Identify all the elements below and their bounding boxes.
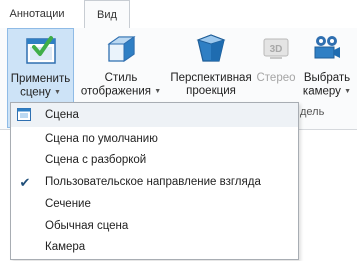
checkmark-icon: ✔ [19, 175, 31, 190]
perspective-projection-label-1: Перспективная [170, 72, 252, 84]
svg-text:3D: 3D [270, 44, 283, 55]
menu-header-label: Сцена [45, 109, 79, 121]
menu-item-camera[interactable]: Камера [11, 237, 298, 258]
menu-item-label: Сцена с разборкой [45, 154, 147, 166]
scene-icon [17, 108, 31, 124]
chevron-down-icon: ▼ [154, 88, 162, 95]
stereo-3d-icon: 3D [261, 32, 291, 65]
apply-scene-label-1: Применить [10, 73, 71, 85]
ribbon-tab-bar: Аннотации Вид [0, 0, 357, 30]
menu-item-normal-scene[interactable]: Обычная сцена [11, 216, 298, 237]
menu-item-section[interactable]: Сечение [11, 194, 298, 215]
apply-scene-label-2: сцену [20, 86, 51, 99]
stereo-label: Стерео [256, 72, 296, 84]
menu-item-default-scene[interactable]: Сцена по умолчанию [11, 129, 298, 150]
menu-item-label: Пользовательское направление взгляда [45, 176, 261, 188]
select-camera-label-1: Выбрать [303, 72, 351, 84]
display-style-label-1: Стиль [104, 72, 138, 84]
menu-item-label: Камера [45, 241, 86, 253]
menu-item-label: Сечение [45, 198, 91, 210]
menu-item-exploded-scene[interactable]: Сцена с разборкой [11, 150, 298, 171]
menu-header: Сцена [11, 103, 298, 127]
chevron-down-icon: ▼ [344, 88, 352, 95]
display-style-label-2: отображения [80, 85, 151, 98]
tab-view[interactable]: Вид [84, 0, 130, 30]
perspective-projection-label-2: проекция [186, 85, 236, 97]
camera-icon [311, 32, 343, 67]
chevron-down-icon: ▼ [53, 89, 61, 96]
display-style-icon [104, 32, 138, 69]
menu-item-custom-view-direction[interactable]: ✔ Пользовательское направление взгляда [11, 172, 298, 193]
apply-scene-dropdown-menu: Сцена Сцена по умолчанию Сцена с разборк… [10, 102, 299, 260]
tab-annotations[interactable]: Аннотации [0, 0, 74, 29]
menu-item-label: Обычная сцена [45, 220, 129, 232]
menu-item-label: Сцена по умолчанию [45, 133, 158, 145]
ribbon-group-label: дель [300, 106, 325, 118]
perspective-projection-icon [194, 32, 228, 69]
apply-scene-icon [24, 33, 58, 70]
select-camera-label-2: камеру [302, 85, 341, 98]
